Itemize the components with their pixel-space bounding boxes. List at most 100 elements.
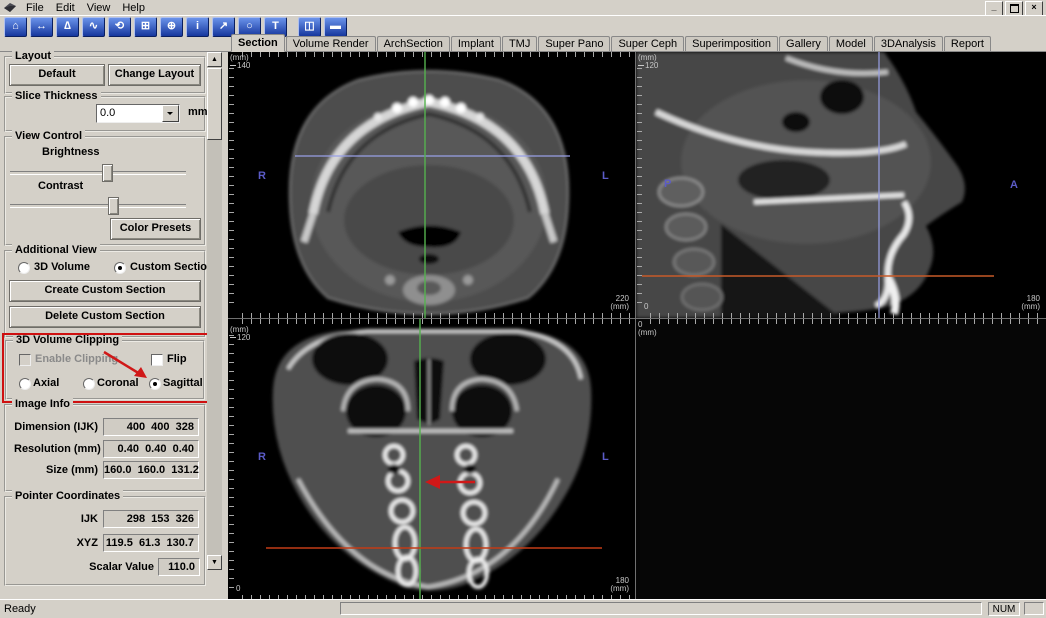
chevron-down-icon [167, 112, 173, 118]
create-custom-section-button[interactable]: Create Custom Section [9, 280, 201, 302]
additional-view-group: Additional View 3D Volume Custom Section… [4, 244, 214, 338]
scroll-up-icon[interactable]: ▲ [207, 52, 222, 67]
radio-axial-label[interactable]: Axial [33, 377, 59, 389]
pointer-coordinates-title: Pointer Coordinates [12, 490, 124, 502]
delete-custom-section-button[interactable]: Delete Custom Section [9, 306, 201, 328]
view-control-title: View Control [12, 130, 86, 142]
home-icon[interactable]: ⌂ [4, 16, 27, 37]
restore-button[interactable] [1005, 1, 1023, 16]
ijk-value: 298 153 326 [103, 510, 199, 528]
tab-section[interactable]: Section [231, 34, 285, 52]
tab-super-pano[interactable]: Super Pano [538, 36, 611, 51]
num-lock-indicator: NUM [988, 602, 1020, 616]
radio-3d-volume-label[interactable]: 3D Volume [34, 261, 90, 273]
resolution-label: Resolution (mm) [14, 443, 101, 455]
restore-icon [1009, 4, 1019, 13]
scalar-value: 110.0 [158, 558, 200, 576]
volume-clipping-title: 3D Volume Clipping [13, 334, 123, 346]
menu-help[interactable]: Help [116, 1, 151, 15]
tab-model[interactable]: Model [828, 36, 873, 51]
tab-report[interactable]: Report [943, 36, 991, 51]
tab-archsection[interactable]: ArchSection [376, 36, 450, 51]
empty-view-panel[interactable]: 0 (mm) [635, 318, 1046, 600]
measure-profile-icon[interactable]: ∿ [82, 16, 105, 37]
radio-3d-volume[interactable] [18, 262, 30, 274]
sagittal-orientation-anterior: A [1010, 179, 1018, 191]
measure-distance-icon[interactable]: ↔ [30, 16, 53, 37]
rotate-view-icon[interactable]: ⟲ [108, 16, 131, 37]
pointer-coordinates-group: Pointer Coordinates IJK 298 153 326 XYZ … [4, 490, 206, 586]
crosshair-icon[interactable]: ⊕ [160, 16, 183, 37]
coronal-ruler-label: (mm) 120 [230, 325, 251, 342]
radio-sagittal-label[interactable]: Sagittal [163, 377, 203, 389]
axial-left-ruler [229, 68, 234, 310]
sagittal-bottom-ruler-label: 180 (mm) [1021, 294, 1040, 311]
axial-ct-image [288, 52, 570, 318]
brightness-slider-track[interactable] [10, 171, 186, 175]
app-logo-icon [4, 3, 16, 12]
sagittal-ruler-label: (mm) 120 [638, 53, 659, 70]
brightness-slider-thumb[interactable] [102, 164, 113, 182]
menu-edit[interactable]: Edit [50, 1, 81, 15]
xyz-label: XYZ [76, 537, 98, 549]
status-bar: Ready NUM [0, 599, 1046, 618]
tab-gallery[interactable]: Gallery [779, 36, 828, 51]
axial-bottom-ruler-label: 220 (mm) [610, 294, 629, 311]
radio-coronal[interactable] [83, 378, 95, 390]
contrast-slider-track[interactable] [10, 204, 186, 208]
window-controls: _ × [985, 1, 1043, 16]
capture-view-icon[interactable]: ▬ [324, 16, 347, 37]
measure-angle-icon[interactable]: ∆ [56, 16, 79, 37]
layout-group-title: Layout [12, 50, 55, 62]
split-window-icon[interactable]: ◫ [298, 16, 321, 37]
close-button[interactable]: × [1025, 1, 1043, 16]
flip-label: Flip [167, 353, 187, 365]
sagittal-left-ruler [637, 68, 642, 310]
dropdown-arrow-button[interactable] [162, 105, 179, 122]
slice-thickness-unit: mm [188, 106, 208, 118]
tab-tmj[interactable]: TMJ [501, 36, 538, 51]
coronal-ruler-zero: 0 [236, 584, 241, 593]
scroll-down-icon[interactable]: ▼ [207, 555, 222, 570]
module-tab-bar: Section Volume Render ArchSection Implan… [0, 34, 1046, 52]
resolution-value: 0.40 0.40 0.40 [103, 440, 199, 458]
default-layout-button[interactable]: Default [9, 64, 105, 86]
axial-orientation-left: L [602, 170, 609, 182]
tab-super-ceph[interactable]: Super Ceph [611, 36, 685, 51]
coronal-bottom-ruler-label: 180 (mm) [610, 576, 629, 593]
color-presets-button[interactable]: Color Presets [110, 218, 201, 240]
radio-custom-section[interactable] [114, 262, 126, 274]
axial-orientation-right: R [258, 170, 266, 182]
radio-custom-section-label[interactable]: Custom Section [130, 261, 214, 273]
information-icon[interactable]: i [186, 16, 209, 37]
change-layout-button[interactable]: Change Layout [108, 64, 201, 86]
menu-bar: File Edit View Help _ × [0, 0, 1046, 16]
enable-clipping-checkbox[interactable] [19, 354, 31, 366]
additional-view-title: Additional View [12, 244, 100, 256]
sagittal-orientation-posterior: P [664, 178, 672, 190]
radio-axial[interactable] [19, 378, 31, 390]
contrast-slider-thumb[interactable] [108, 197, 119, 215]
tab-3danalysis[interactable]: 3DAnalysis [873, 36, 943, 51]
layout-group: Layout Default Change Layout [4, 50, 206, 94]
menu-view[interactable]: View [81, 1, 117, 15]
menu-file[interactable]: File [20, 1, 50, 15]
sagittal-view-panel[interactable]: (mm) 120 0 180 (mm) P A [635, 52, 1046, 318]
ijk-label: IJK [80, 513, 98, 525]
minimize-button[interactable]: _ [985, 1, 1003, 16]
contrast-label: Contrast [38, 180, 84, 192]
scrollbar-thumb[interactable] [207, 68, 222, 140]
slice-thickness-group: Slice Thickness 0.0 mm [4, 90, 208, 132]
slice-thickness-title: Slice Thickness [12, 90, 101, 102]
axial-view-panel[interactable]: (mm) 140 220 (mm) R L [228, 52, 635, 318]
coronal-view-panel[interactable]: (mm) 120 0 180 (mm) R L [228, 318, 635, 600]
coronal-left-ruler [229, 335, 234, 592]
tab-implant[interactable]: Implant [450, 36, 501, 51]
slice-thickness-dropdown[interactable]: 0.0 [96, 104, 180, 123]
tab-volume-render[interactable]: Volume Render [285, 36, 376, 51]
tab-superimposition[interactable]: Superimposition [685, 36, 779, 51]
layout-grid-icon[interactable]: ⊞ [134, 16, 157, 37]
empty-ruler-label: 0 (mm) [638, 320, 657, 337]
sidebar-scrollbar[interactable]: ▲ ▼ [207, 52, 222, 570]
status-corner-panel [1024, 602, 1044, 615]
